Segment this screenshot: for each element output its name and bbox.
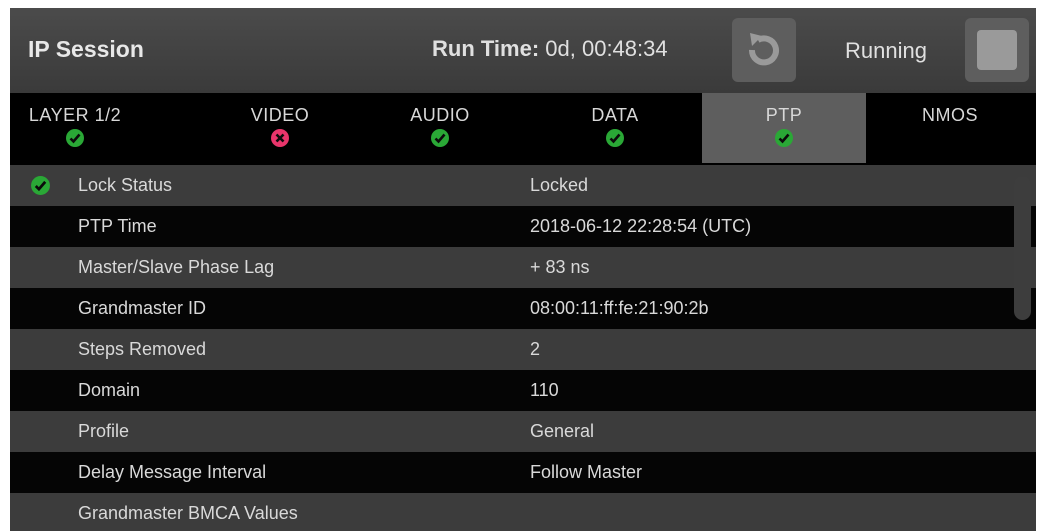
row-value: 110 bbox=[530, 380, 559, 400]
check-icon bbox=[31, 176, 50, 195]
table-row: PTP Time 2018-06-12 22:28:54 (UTC) bbox=[10, 206, 1036, 247]
row-value: Follow Master bbox=[530, 462, 643, 482]
row-value: General bbox=[530, 421, 595, 441]
row-label: Profile bbox=[78, 421, 130, 441]
page-title: IP Session bbox=[28, 36, 144, 62]
error-icon bbox=[271, 129, 289, 147]
row-value: 2 bbox=[530, 339, 541, 359]
row-label: Grandmaster ID bbox=[78, 298, 207, 318]
table-row: Master/Slave Phase Lag + 83 ns bbox=[10, 247, 1036, 288]
run-time-value: 0d, 00:48:34 bbox=[545, 36, 668, 61]
table-row: Profile General bbox=[10, 411, 1036, 452]
stop-icon bbox=[977, 30, 1017, 70]
reset-button[interactable] bbox=[732, 18, 796, 82]
ip-session-panel: IP Session Run Time: 0d, 00:48:34 Runnin… bbox=[10, 8, 1036, 531]
tab-data[interactable]: DATA bbox=[560, 93, 670, 165]
tab-ptp[interactable]: PTP bbox=[702, 93, 866, 163]
table-row: Lock Status Locked bbox=[10, 165, 1036, 206]
check-icon bbox=[66, 129, 84, 147]
row-value: + 83 ns bbox=[530, 257, 590, 277]
tab-nmos[interactable]: NMOS bbox=[890, 93, 1010, 165]
stop-button[interactable] bbox=[965, 18, 1029, 82]
tab-layer-1-2[interactable]: LAYER 1/2 bbox=[10, 93, 140, 165]
tab-label: AUDIO bbox=[410, 105, 470, 125]
row-label: PTP Time bbox=[78, 216, 157, 236]
tab-label: PTP bbox=[765, 105, 803, 125]
check-icon bbox=[431, 129, 449, 147]
table-row: Grandmaster BMCA Values bbox=[10, 493, 1036, 531]
run-time: Run Time: 0d, 00:48:34 bbox=[432, 36, 668, 62]
session-status: Running bbox=[845, 38, 927, 63]
row-label: Steps Removed bbox=[78, 339, 207, 359]
run-time-label: Run Time: bbox=[432, 36, 540, 61]
header-bar: IP Session Run Time: 0d, 00:48:34 Runnin… bbox=[10, 8, 1036, 93]
tab-audio[interactable]: AUDIO bbox=[385, 93, 495, 165]
tab-video[interactable]: VIDEO bbox=[210, 93, 350, 165]
check-icon bbox=[606, 129, 624, 147]
reset-icon bbox=[748, 33, 779, 66]
tab-label: LAYER 1/2 bbox=[28, 105, 122, 125]
row-value: Locked bbox=[530, 175, 589, 195]
row-label: Delay Message Interval bbox=[78, 462, 267, 482]
row-label: Domain bbox=[78, 380, 141, 400]
tab-label: VIDEO bbox=[250, 105, 310, 125]
scrollbar[interactable] bbox=[1014, 176, 1031, 320]
check-icon bbox=[775, 129, 793, 147]
tab-bar: LAYER 1/2 VIDEO AUDIO DATA PTP NMOS bbox=[10, 93, 1036, 165]
row-label: Lock Status bbox=[78, 175, 173, 195]
row-value: 08:00:11:ff:fe:21:90:2b bbox=[530, 298, 709, 318]
tab-label: NMOS bbox=[922, 105, 978, 125]
table-row: Delay Message Interval Follow Master bbox=[10, 452, 1036, 493]
ptp-status-table: Lock Status Locked PTP Time 2018-06-12 2… bbox=[10, 165, 1036, 531]
row-label: Master/Slave Phase Lag bbox=[78, 257, 275, 277]
row-label: Grandmaster BMCA Values bbox=[78, 503, 298, 523]
table-row: Grandmaster ID 08:00:11:ff:fe:21:90:2b bbox=[10, 288, 1036, 329]
table-row: Steps Removed 2 bbox=[10, 329, 1036, 370]
row-value: 2018-06-12 22:28:54 (UTC) bbox=[530, 216, 752, 236]
table-row: Domain 110 bbox=[10, 370, 1036, 411]
tab-label: DATA bbox=[591, 105, 639, 125]
